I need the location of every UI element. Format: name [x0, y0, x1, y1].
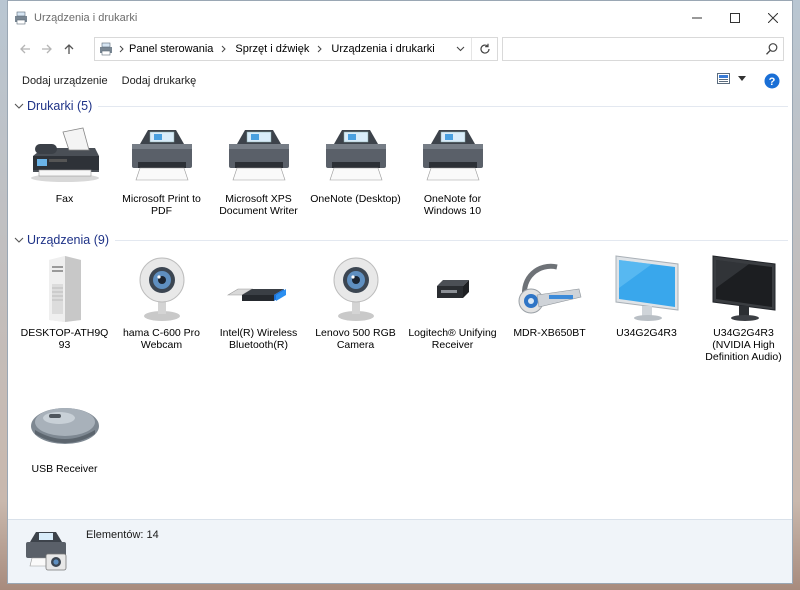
close-button[interactable]	[754, 1, 792, 35]
device-label: Intel(R) Wireless Bluetooth(R)	[219, 327, 298, 351]
device-label: USB Receiver	[31, 463, 98, 475]
printer-icon	[131, 130, 192, 181]
device-label: Logitech® Unifying Receiver	[408, 327, 497, 351]
navigation-bar: Panel sterowania Sprzęt i dźwięk Urządze…	[8, 35, 792, 63]
device-item-logitech-unifying[interactable]: Logitech® Unifying Receiver	[404, 251, 501, 387]
details-pane: Elementów: 14	[8, 519, 792, 583]
control-panel-icon	[100, 42, 112, 56]
address-bar[interactable]: Panel sterowania Sprzęt i dźwięk Urządze…	[94, 37, 498, 61]
chevron-down-icon[interactable]	[11, 237, 27, 243]
breadcrumb-chevron-icon	[313, 45, 327, 53]
logitech-receiver-icon	[436, 280, 469, 298]
device-label: Fax	[55, 193, 74, 205]
window-title: Urządzenia i drukarki	[34, 12, 138, 24]
fax-icon	[30, 127, 99, 182]
search-box[interactable]	[502, 37, 784, 61]
chevron-down-icon	[456, 46, 464, 52]
device-label: Lenovo 500 RGB Camera	[315, 327, 396, 351]
printer-item-onenote-for-windows-10[interactable]: OneNote for Windows 10	[404, 117, 501, 229]
monitor-dark-icon	[712, 255, 775, 321]
device-label: hama C-600 Pro Webcam	[122, 327, 201, 351]
maximize-button[interactable]	[716, 1, 754, 35]
headset-icon	[518, 263, 581, 314]
printer-icon	[422, 130, 483, 181]
device-item-lenovo-camera[interactable]: Lenovo 500 RGB Camera	[307, 251, 404, 387]
arrow-right-icon	[42, 44, 52, 54]
arrow-left-icon	[20, 44, 30, 54]
printer-item-fax[interactable]: Fax	[16, 117, 113, 229]
device-item-u34g2g4r3-nvidia-audio[interactable]: U34G2G4R3 (NVIDIA High Definition Audio)	[695, 251, 792, 387]
webcam-icon	[333, 257, 378, 321]
device-label: Microsoft XPS Document Writer	[219, 193, 298, 217]
refresh-icon	[479, 43, 490, 54]
breadcrumb-hardware-sound[interactable]: Sprzęt i dźwięk	[235, 43, 309, 55]
breadcrumb-chevron-icon	[217, 45, 231, 53]
maximize-icon	[730, 13, 740, 23]
breadcrumb-control-panel[interactable]: Panel sterowania	[129, 43, 213, 55]
devices-printers-app-icon	[15, 11, 27, 25]
add-device-button[interactable]: Dodaj urządzenie	[15, 71, 115, 91]
devices-printers-large-icon	[26, 532, 67, 571]
monitor-icon	[615, 255, 678, 321]
search-icon[interactable]	[765, 42, 779, 56]
device-item-usb-receiver[interactable]: USB Receiver	[16, 387, 113, 477]
minimize-button[interactable]	[678, 1, 716, 35]
title-bar: Urządzenia i drukarki	[8, 1, 792, 35]
help-button[interactable]: ?	[764, 73, 780, 92]
device-item-mdr-xb650bt[interactable]: MDR-XB650BT	[501, 251, 598, 387]
usb-dongle-icon	[226, 288, 286, 301]
device-label: DESKTOP-ATH9Q 93	[20, 327, 109, 351]
items-view: Drukarki (5) Fax Microsoft Print to PDF …	[8, 95, 792, 519]
search-input[interactable]	[503, 38, 753, 60]
forward-button[interactable]	[36, 38, 58, 60]
printers-group-header[interactable]: Drukarki (5)	[8, 95, 792, 117]
minimize-icon	[692, 17, 702, 19]
address-history-dropdown[interactable]	[451, 38, 469, 60]
device-label: MDR-XB650BT	[513, 327, 586, 339]
device-item-u34g2g4r3[interactable]: U34G2G4R3	[598, 251, 695, 387]
up-button[interactable]	[58, 38, 80, 60]
device-label: U34G2G4R3	[616, 327, 677, 339]
devices-list: DESKTOP-ATH9Q 93 hama C-600 Pro Webcam I…	[8, 251, 792, 477]
arrow-up-icon	[64, 44, 74, 54]
printers-group-title: Drukarki (5)	[27, 99, 93, 113]
view-options-icon	[717, 73, 730, 84]
group-divider	[114, 239, 788, 241]
command-bar: Dodaj urządzenie Dodaj drukarkę ?	[8, 65, 792, 97]
device-label: OneNote (Desktop)	[310, 193, 401, 205]
devices-and-printers-window: Urządzenia i drukarki Panel sterowania S…	[7, 0, 793, 584]
printer-icon	[325, 130, 386, 181]
close-icon	[768, 13, 778, 23]
device-label: Microsoft Print to PDF	[122, 193, 201, 217]
change-view-button[interactable]	[717, 73, 746, 84]
back-button[interactable]	[14, 38, 36, 60]
chevron-down-icon[interactable]	[11, 103, 27, 109]
devices-group-title: Urządzenia (9)	[27, 233, 109, 247]
device-item-hama-webcam[interactable]: hama C-600 Pro Webcam	[113, 251, 210, 387]
item-count-text: Elementów: 14	[86, 529, 159, 541]
printer-item-microsoft-xps-document-writer[interactable]: Microsoft XPS Document Writer	[210, 117, 307, 229]
breadcrumb-devices-printers[interactable]: Urządzenia i drukarki	[331, 43, 434, 55]
device-item-intel-bluetooth[interactable]: Intel(R) Wireless Bluetooth(R)	[210, 251, 307, 387]
device-label: U34G2G4R3 (NVIDIA High Definition Audio)	[705, 327, 782, 363]
device-item-desktop[interactable]: DESKTOP-ATH9Q 93	[16, 251, 113, 387]
computer-tower-icon	[48, 256, 81, 322]
printer-item-microsoft-print-to-pdf[interactable]: Microsoft Print to PDF	[113, 117, 210, 229]
mouse-icon	[30, 408, 99, 444]
refresh-button[interactable]	[471, 38, 497, 60]
svg-text:?: ?	[769, 76, 776, 88]
group-divider	[98, 105, 788, 107]
caret-down-icon	[738, 76, 746, 81]
printer-icon	[228, 130, 289, 181]
printer-item-onenote-desktop[interactable]: OneNote (Desktop)	[307, 117, 404, 229]
add-printer-button[interactable]: Dodaj drukarkę	[115, 71, 204, 91]
breadcrumb-chevron-icon	[115, 45, 129, 53]
help-icon: ?	[764, 73, 780, 89]
printers-list: Fax Microsoft Print to PDF Microsoft XPS…	[8, 117, 792, 229]
devices-group-header[interactable]: Urządzenia (9)	[8, 229, 792, 251]
webcam-icon	[139, 257, 184, 321]
device-label: OneNote for Windows 10	[423, 193, 482, 217]
